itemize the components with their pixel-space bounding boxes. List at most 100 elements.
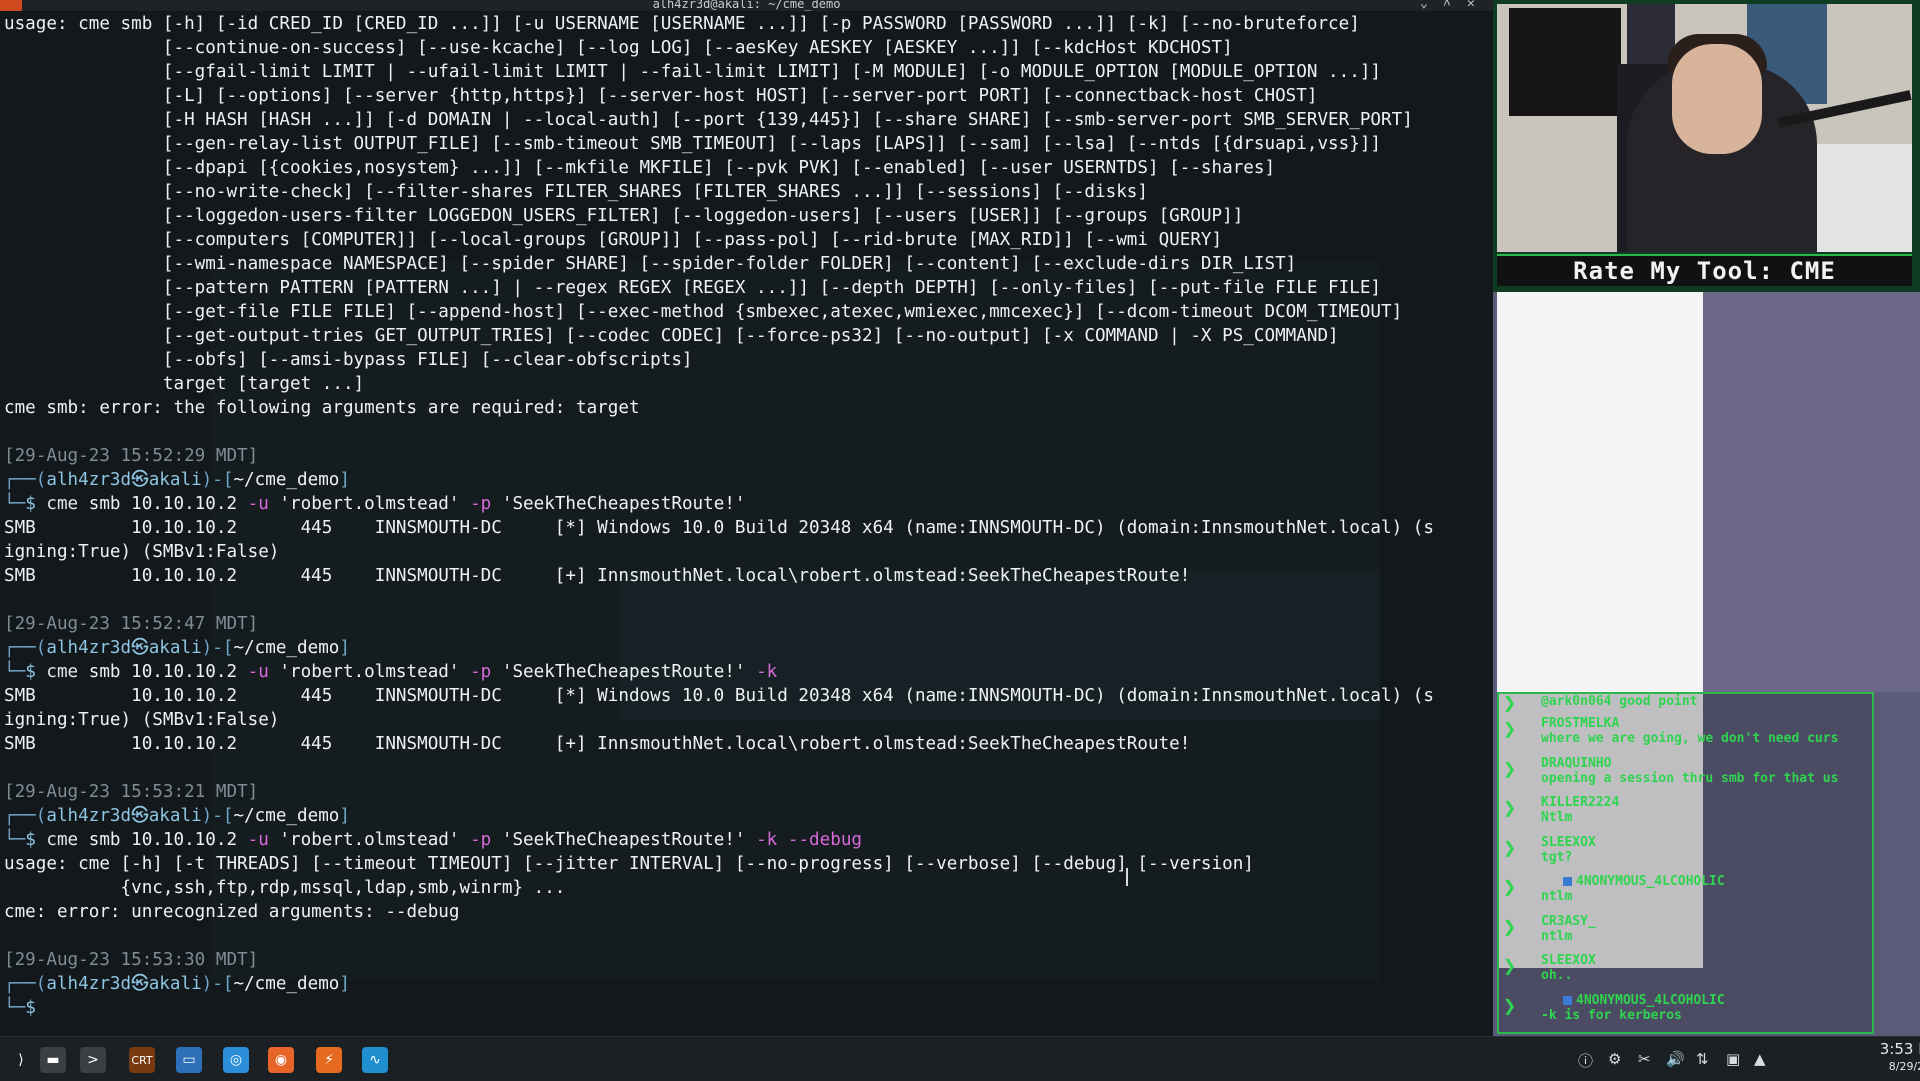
terminal-text: -u: [247, 494, 269, 514]
user-badge-icon: [1563, 877, 1572, 886]
chat-username: KILLER2224: [1541, 795, 1620, 810]
volume-icon[interactable]: 🔊: [1666, 1050, 1685, 1068]
terminal-line: SMB 10.10.10.2 445 INNSMOUTH-DC [*] Wind…: [4, 516, 1434, 540]
chevron-right-icon: ❯: [1503, 796, 1517, 821]
terminal-text: smb 10.10.10.2: [78, 830, 248, 850]
terminal-window[interactable]: usage: cme smb [-h] [-id CRED_ID [CRED_I…: [0, 11, 1493, 1036]
terminal-text: {vnc,ssh,ftp,rdp,mssql,ldap,smb,winrm} .…: [4, 878, 566, 898]
terminal-text: alh4zr3d㉿akali: [46, 470, 202, 490]
terminal-line: [--dpapi [{cookies,nosystem} ...]] [--mk…: [4, 156, 1275, 180]
terminal-text: [29-Aug-23 15:52:29 MDT]: [4, 446, 259, 466]
files-icon[interactable]: ▭: [176, 1047, 202, 1073]
desktop-icon[interactable]: ▬: [40, 1047, 66, 1073]
display-icon[interactable]: ▣: [1726, 1050, 1740, 1068]
terminal-line: [--computers [COMPUTER]] [--local-groups…: [4, 228, 1222, 252]
terminal-text: SMB 10.10.10.2 445 INNSMOUTH-DC [*] Wind…: [4, 686, 1434, 706]
chat-username: FROSTMELKA: [1541, 716, 1620, 731]
webcam-feed: [1497, 4, 1912, 252]
chat-text: -k is for kerberos: [1541, 1007, 1682, 1023]
info-icon[interactable]: ⓘ: [1578, 1050, 1593, 1071]
desktop-background: [1703, 292, 1920, 692]
terminal-text: ┌──(: [4, 638, 47, 658]
terminal-text: igning:True) (SMBv1:False): [4, 710, 280, 730]
terminal-line: [-H HASH [HASH ...]] [-d DOMAIN | --loca…: [4, 108, 1413, 132]
network-icon[interactable]: ⇅: [1696, 1050, 1709, 1068]
terminal-line: cme: error: unrecognized arguments: --de…: [4, 900, 459, 924]
chevron-right-icon: ❯: [1503, 756, 1517, 782]
chat-text: ntlm: [1541, 928, 1573, 944]
terminal-text: └─: [4, 662, 26, 682]
terminal-line: igning:True) (SMBv1:False): [4, 708, 279, 732]
chevron-right-icon: ❯: [1503, 717, 1517, 742]
terminal-line: SMB 10.10.10.2 445 INNSMOUTH-DC [+] Inns…: [4, 564, 1190, 588]
crt-icon[interactable]: CRT: [129, 1047, 155, 1073]
chat-text: Ntlm: [1541, 810, 1573, 825]
window-title: alh4zr3d@akali: ~/cme_demo: [652, 0, 841, 11]
stream-caption: Rate My Tool: CME: [1497, 254, 1912, 286]
show-hidden-icon[interactable]: ▲: [1754, 1050, 1766, 1068]
settings-icon[interactable]: ⚙: [1608, 1050, 1621, 1068]
terminal-line: {vnc,ssh,ftp,rdp,mssql,ldap,smb,winrm} .…: [4, 876, 566, 900]
terminal-text: $: [25, 998, 47, 1018]
chat-username: SLEEXOX: [1541, 953, 1596, 968]
browser-icon[interactable]: ◎: [223, 1047, 249, 1073]
terminal-text: ┌──(: [4, 806, 47, 826]
minimize-icon[interactable]: ⌄: [1420, 0, 1428, 11]
chat-overlay: ❯ @ark0n064 good point ❯ FROSTMELKA where we…: [1497, 692, 1874, 1034]
menu-icon[interactable]: ⟩: [8, 1047, 34, 1073]
maximize-icon[interactable]: ˄: [1443, 0, 1451, 11]
terminal-text: usage: cme smb [-h] [-id CRED_ID [CRED_I…: [4, 14, 1360, 34]
clock-date: 8/29/23: [1888, 1060, 1920, 1073]
clock[interactable]: 3:53 PM 8/29/23: [1870, 1040, 1920, 1076]
terminal-line: target [target ...]: [4, 372, 364, 396]
terminal-line: [--obfs] [--amsi-bypass FILE] [--clear-o…: [4, 348, 693, 372]
terminal-line: └─$ cme smb 10.10.10.2 -u 'robert.olmste…: [4, 828, 862, 852]
terminal-text: [--loggedon-users-filter LOGGEDON_USERS_…: [4, 206, 1244, 226]
chat-text: oh..: [1541, 968, 1573, 983]
chat-username: CR3ASY_: [1541, 913, 1596, 929]
terminal-text: cme smb: error: the following arguments …: [4, 398, 640, 418]
webcam-overlay: Rate My Tool: CME: [1493, 0, 1920, 292]
scissors-icon[interactable]: ✂: [1638, 1050, 1651, 1068]
terminal-text: -p: [470, 830, 492, 850]
chat-username: 4NONYMOUS_4LCOHOLIC: [1563, 874, 1725, 889]
terminal-text: ┌──(: [4, 974, 47, 994]
burp-icon[interactable]: ⚡: [316, 1047, 342, 1073]
terminal-line: [--gfail-limit LIMIT | --ufail-limit LIM…: [4, 60, 1381, 84]
terminal-icon[interactable]: >: [80, 1047, 106, 1073]
terminal-line: ┌──(alh4zr3d㉿akali)-[~/cme_demo]: [4, 468, 350, 492]
terminal-text: [--continue-on-success] [--use-kcache] […: [4, 38, 1233, 58]
terminal-text: )-[: [201, 638, 234, 658]
wireshark-icon[interactable]: ∿: [362, 1047, 388, 1073]
terminal-text: [--pattern PATTERN [PATTERN ...] | --reg…: [4, 278, 1382, 298]
terminal-text: $: [25, 662, 47, 682]
chevron-right-icon: ❯: [1503, 692, 1517, 716]
terminal-text: smb 10.10.10.2: [78, 494, 248, 514]
terminal-line: [29-Aug-23 15:52:29 MDT]: [4, 444, 258, 468]
terminal-text: ~/cme_demo: [233, 806, 340, 826]
terminal-line: [--gen-relay-list OUTPUT_FILE] [--smb-ti…: [4, 132, 1381, 156]
terminal-text: $: [25, 830, 47, 850]
terminal-line: └─$ cme smb 10.10.10.2 -u 'robert.olmste…: [4, 492, 746, 516]
terminal-text: ]: [339, 470, 350, 490]
terminal-line: [-L] [--options] [--server {http,https}]…: [4, 84, 1318, 108]
terminal-line: cme smb: error: the following arguments …: [4, 396, 640, 420]
terminal-text: 'robert.olmstead': [268, 830, 471, 850]
window-title-bar[interactable]: alh4zr3d@akali: ~/cme_demo ⌄ ˄ ✕: [0, 0, 1493, 11]
mouse-cursor-icon: [1126, 868, 1128, 886]
terminal-line: [--get-output-tries GET_OUTPUT_TRIES] [-…: [4, 324, 1339, 348]
chevron-right-icon: ❯: [1503, 875, 1517, 900]
terminal-line: └─$ cme smb 10.10.10.2 -u 'robert.olmste…: [4, 660, 777, 684]
chat-text: tgt?: [1541, 849, 1573, 865]
terminal-line: ┌──(alh4zr3d㉿akali)-[~/cme_demo]: [4, 972, 350, 996]
user-badge-icon: [1563, 995, 1572, 1005]
terminal-text: [-H HASH [HASH ...]] [-d DOMAIN | --loca…: [4, 110, 1413, 130]
terminal-text: target [target ...]: [4, 374, 365, 394]
terminal-line: igning:True) (SMBv1:False): [4, 540, 279, 564]
firefox-icon[interactable]: ◉: [268, 1047, 294, 1073]
terminal-text: 'SeekTheCheapestRoute!': [491, 494, 746, 514]
close-icon[interactable]: ✕: [1467, 0, 1475, 11]
terminal-text: SMB 10.10.10.2 445 INNSMOUTH-DC [+] Inns…: [4, 734, 1191, 754]
terminal-line: ┌──(alh4zr3d㉿akali)-[~/cme_demo]: [4, 636, 350, 660]
chevron-right-icon: ❯: [1503, 835, 1517, 861]
